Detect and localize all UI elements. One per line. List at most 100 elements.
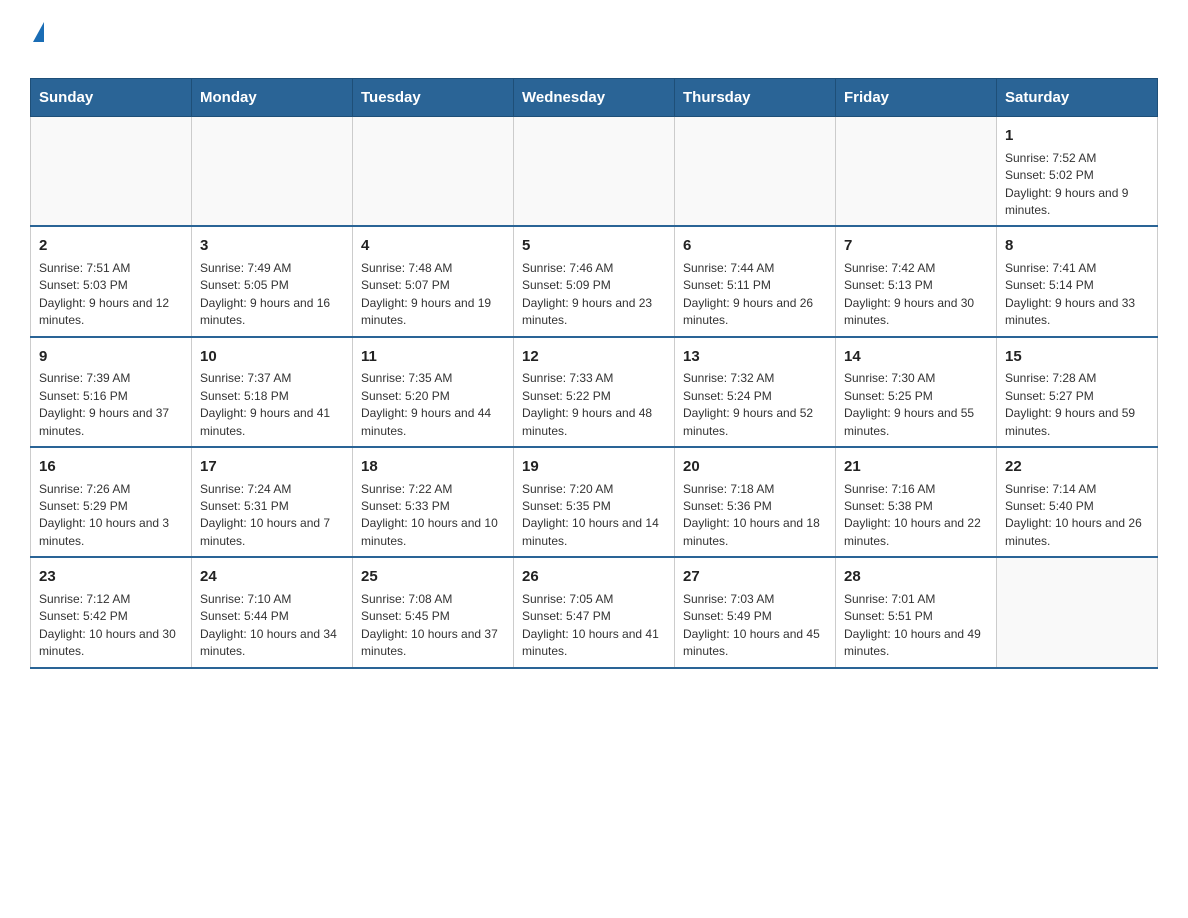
calendar-day-cell xyxy=(31,117,192,227)
calendar-day-cell: 2 Sunrise: 7:51 AM Sunset: 5:03 PM Daylig… xyxy=(31,226,192,336)
calendar-week-row: 1 Sunrise: 7:52 AM Sunset: 5:02 PM Daylig… xyxy=(31,117,1158,227)
page-header xyxy=(30,20,1158,68)
logo-triangle-icon xyxy=(33,22,44,42)
calendar-day-cell: 9Sunrise: 7:39 AM Sunset: 5:16 PM Daylig… xyxy=(31,337,192,447)
day-sun-info: Sunrise: 7:16 AM Sunset: 5:38 PM Dayligh… xyxy=(844,481,988,551)
day-number: 12 xyxy=(522,346,666,368)
day-of-week-header: Tuesday xyxy=(353,79,514,117)
day-of-week-header: Wednesday xyxy=(514,79,675,117)
calendar-table: SundayMondayTuesdayWednesdayThursdayFrid… xyxy=(30,78,1158,669)
calendar-day-cell: 26 Sunrise: 7:05 AM Sunset: 5:47 PM Dayli… xyxy=(514,557,675,667)
day-number: 25 xyxy=(361,566,505,588)
day-sun-info: Sunrise: 7:48 AM Sunset: 5:07 PM Dayligh… xyxy=(361,260,505,330)
day-number: 2 xyxy=(39,235,183,257)
calendar-day-cell: 15Sunrise: 7:28 AM Sunset: 5:27 PM Dayli… xyxy=(997,337,1158,447)
day-number: 28 xyxy=(844,566,988,588)
day-of-week-header: Friday xyxy=(836,79,997,117)
day-sun-info: Sunrise: 7:18 AM Sunset: 5:36 PM Dayligh… xyxy=(683,481,827,551)
calendar-day-cell: 1 Sunrise: 7:52 AM Sunset: 5:02 PM Daylig… xyxy=(997,117,1158,227)
day-sun-info: Sunrise: 7:52 AM Sunset: 5:02 PM Dayligh… xyxy=(1005,150,1149,220)
day-sun-info: Sunrise: 7:30 AM Sunset: 5:25 PM Dayligh… xyxy=(844,370,988,440)
day-number: 7 xyxy=(844,235,988,257)
day-number: 14 xyxy=(844,346,988,368)
day-sun-info: Sunrise: 7:46 AM Sunset: 5:09 PM Dayligh… xyxy=(522,260,666,330)
calendar-week-row: 23 Sunrise: 7:12 AM Sunset: 5:42 PM Dayli… xyxy=(31,557,1158,667)
calendar-week-row: 9Sunrise: 7:39 AM Sunset: 5:16 PM Daylig… xyxy=(31,337,1158,447)
day-number: 9 xyxy=(39,346,183,368)
day-sun-info: Sunrise: 7:33 AM Sunset: 5:22 PM Dayligh… xyxy=(522,370,666,440)
day-sun-info: Sunrise: 7:24 AM Sunset: 5:31 PM Dayligh… xyxy=(200,481,344,551)
day-of-week-header: Sunday xyxy=(31,79,192,117)
day-sun-info: Sunrise: 7:35 AM Sunset: 5:20 PM Dayligh… xyxy=(361,370,505,440)
calendar-week-row: 16 Sunrise: 7:26 AM Sunset: 5:29 PM Dayli… xyxy=(31,447,1158,557)
day-number: 16 xyxy=(39,456,183,478)
day-of-week-header: Saturday xyxy=(997,79,1158,117)
day-of-week-header: Thursday xyxy=(675,79,836,117)
calendar-day-cell xyxy=(353,117,514,227)
calendar-day-cell: 27 Sunrise: 7:03 AM Sunset: 5:49 PM Dayli… xyxy=(675,557,836,667)
calendar-header-row: SundayMondayTuesdayWednesdayThursdayFrid… xyxy=(31,79,1158,117)
day-sun-info: Sunrise: 7:22 AM Sunset: 5:33 PM Dayligh… xyxy=(361,481,505,551)
day-number: 11 xyxy=(361,346,505,368)
calendar-day-cell: 11Sunrise: 7:35 AM Sunset: 5:20 PM Dayli… xyxy=(353,337,514,447)
day-number: 8 xyxy=(1005,235,1149,257)
calendar-week-row: 2 Sunrise: 7:51 AM Sunset: 5:03 PM Daylig… xyxy=(31,226,1158,336)
day-number: 18 xyxy=(361,456,505,478)
calendar-day-cell: 6 Sunrise: 7:44 AM Sunset: 5:11 PM Daylig… xyxy=(675,226,836,336)
calendar-day-cell xyxy=(192,117,353,227)
day-sun-info: Sunrise: 7:01 AM Sunset: 5:51 PM Dayligh… xyxy=(844,591,988,661)
day-number: 27 xyxy=(683,566,827,588)
day-number: 13 xyxy=(683,346,827,368)
calendar-day-cell: 17 Sunrise: 7:24 AM Sunset: 5:31 PM Dayli… xyxy=(192,447,353,557)
logo xyxy=(30,20,44,68)
calendar-day-cell: 3Sunrise: 7:49 AM Sunset: 5:05 PM Daylig… xyxy=(192,226,353,336)
day-sun-info: Sunrise: 7:05 AM Sunset: 5:47 PM Dayligh… xyxy=(522,591,666,661)
day-sun-info: Sunrise: 7:32 AM Sunset: 5:24 PM Dayligh… xyxy=(683,370,827,440)
calendar-day-cell: 16 Sunrise: 7:26 AM Sunset: 5:29 PM Dayli… xyxy=(31,447,192,557)
day-number: 15 xyxy=(1005,346,1149,368)
day-number: 26 xyxy=(522,566,666,588)
day-number: 22 xyxy=(1005,456,1149,478)
calendar-day-cell: 7Sunrise: 7:42 AM Sunset: 5:13 PM Daylig… xyxy=(836,226,997,336)
calendar-day-cell: 23 Sunrise: 7:12 AM Sunset: 5:42 PM Dayli… xyxy=(31,557,192,667)
calendar-day-cell: 22 Sunrise: 7:14 AM Sunset: 5:40 PM Dayli… xyxy=(997,447,1158,557)
calendar-day-cell xyxy=(675,117,836,227)
day-sun-info: Sunrise: 7:41 AM Sunset: 5:14 PM Dayligh… xyxy=(1005,260,1149,330)
day-sun-info: Sunrise: 7:03 AM Sunset: 5:49 PM Dayligh… xyxy=(683,591,827,661)
day-sun-info: Sunrise: 7:26 AM Sunset: 5:29 PM Dayligh… xyxy=(39,481,183,551)
day-number: 21 xyxy=(844,456,988,478)
day-number: 1 xyxy=(1005,125,1149,147)
day-number: 5 xyxy=(522,235,666,257)
calendar-day-cell xyxy=(997,557,1158,667)
day-sun-info: Sunrise: 7:51 AM Sunset: 5:03 PM Dayligh… xyxy=(39,260,183,330)
calendar-day-cell xyxy=(836,117,997,227)
calendar-day-cell: 20 Sunrise: 7:18 AM Sunset: 5:36 PM Dayli… xyxy=(675,447,836,557)
day-sun-info: Sunrise: 7:39 AM Sunset: 5:16 PM Dayligh… xyxy=(39,370,183,440)
calendar-day-cell: 14Sunrise: 7:30 AM Sunset: 5:25 PM Dayli… xyxy=(836,337,997,447)
calendar-day-cell: 24 Sunrise: 7:10 AM Sunset: 5:44 PM Dayli… xyxy=(192,557,353,667)
day-number: 6 xyxy=(683,235,827,257)
day-number: 23 xyxy=(39,566,183,588)
day-number: 3 xyxy=(200,235,344,257)
day-number: 4 xyxy=(361,235,505,257)
calendar-day-cell: 18 Sunrise: 7:22 AM Sunset: 5:33 PM Dayli… xyxy=(353,447,514,557)
day-sun-info: Sunrise: 7:20 AM Sunset: 5:35 PM Dayligh… xyxy=(522,481,666,551)
day-sun-info: Sunrise: 7:14 AM Sunset: 5:40 PM Dayligh… xyxy=(1005,481,1149,551)
day-sun-info: Sunrise: 7:28 AM Sunset: 5:27 PM Dayligh… xyxy=(1005,370,1149,440)
day-sun-info: Sunrise: 7:12 AM Sunset: 5:42 PM Dayligh… xyxy=(39,591,183,661)
calendar-day-cell: 8 Sunrise: 7:41 AM Sunset: 5:14 PM Daylig… xyxy=(997,226,1158,336)
calendar-day-cell: 5 Sunrise: 7:46 AM Sunset: 5:09 PM Daylig… xyxy=(514,226,675,336)
calendar-day-cell: 10Sunrise: 7:37 AM Sunset: 5:18 PM Dayli… xyxy=(192,337,353,447)
calendar-day-cell: 19 Sunrise: 7:20 AM Sunset: 5:35 PM Dayli… xyxy=(514,447,675,557)
day-sun-info: Sunrise: 7:08 AM Sunset: 5:45 PM Dayligh… xyxy=(361,591,505,661)
day-number: 24 xyxy=(200,566,344,588)
calendar-day-cell: 4 Sunrise: 7:48 AM Sunset: 5:07 PM Daylig… xyxy=(353,226,514,336)
day-sun-info: Sunrise: 7:44 AM Sunset: 5:11 PM Dayligh… xyxy=(683,260,827,330)
day-number: 20 xyxy=(683,456,827,478)
day-number: 19 xyxy=(522,456,666,478)
calendar-day-cell: 13Sunrise: 7:32 AM Sunset: 5:24 PM Dayli… xyxy=(675,337,836,447)
calendar-day-cell: 25 Sunrise: 7:08 AM Sunset: 5:45 PM Dayli… xyxy=(353,557,514,667)
day-sun-info: Sunrise: 7:37 AM Sunset: 5:18 PM Dayligh… xyxy=(200,370,344,440)
day-sun-info: Sunrise: 7:10 AM Sunset: 5:44 PM Dayligh… xyxy=(200,591,344,661)
day-number: 17 xyxy=(200,456,344,478)
